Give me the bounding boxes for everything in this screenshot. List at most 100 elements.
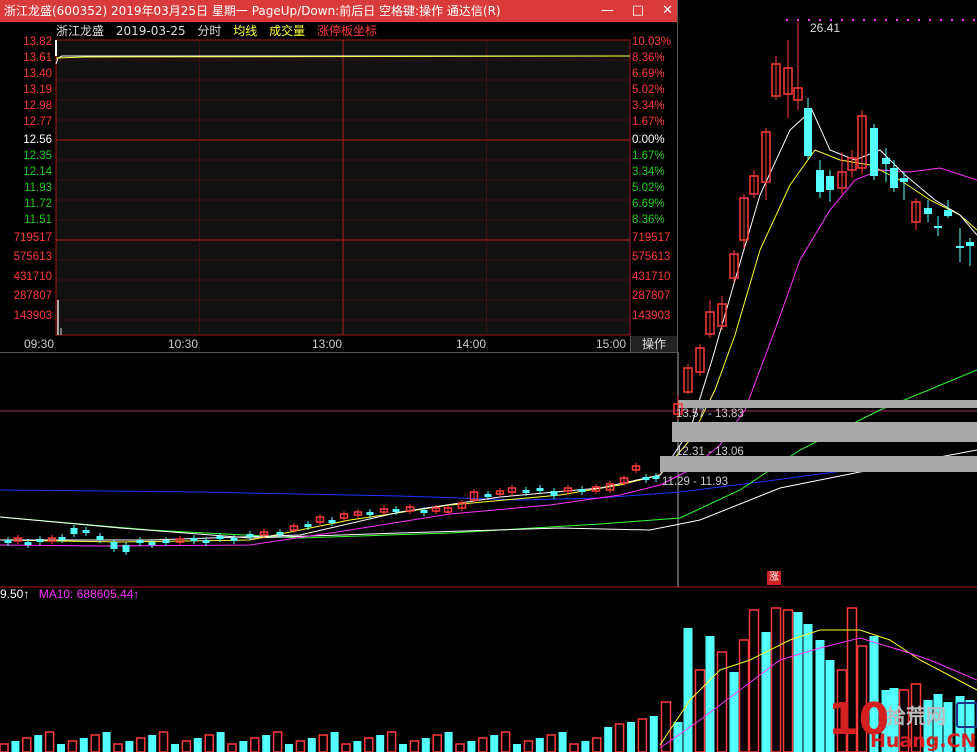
volume-bar-up	[90, 734, 100, 752]
watermark-cn: 拾荒网	[886, 704, 946, 728]
percent-axis-label: 5.02%	[632, 84, 665, 96]
candle-body-down	[392, 509, 400, 512]
volume-axis-label-right: 719517	[632, 232, 671, 244]
volume-bar-down	[815, 640, 825, 752]
volume-bar-up	[409, 740, 420, 752]
candle-body-down	[276, 532, 284, 535]
candle-body-down	[944, 210, 952, 216]
percent-axis-label: 10.03%	[632, 36, 672, 48]
intraday-chart[interactable]	[0, 0, 677, 352]
maximize-icon[interactable]: □	[632, 0, 644, 22]
price-axis-label: 12.56	[23, 134, 52, 146]
volume-bar-up	[318, 734, 328, 752]
candle-body-down	[924, 208, 932, 214]
price-axis-label: 13.61	[23, 52, 52, 64]
volume-bar-down	[307, 738, 316, 752]
intraday-popup-window[interactable]: 13.82 13.61 13.40 13.19 12.98 12.77 12.56 12.35…	[0, 0, 678, 353]
candle-body-down	[4, 540, 12, 543]
limit-axis-toggle[interactable]: 涨停板坐标	[317, 24, 377, 38]
volume-bar-down	[330, 732, 339, 752]
volume-bar-up	[386, 731, 397, 752]
range-label-2: 12.31 - 13.06	[676, 446, 744, 458]
candle-body-down	[804, 108, 812, 156]
volume-bar-down	[467, 741, 476, 752]
volume-bar-down	[285, 744, 293, 752]
candle-body-down	[536, 488, 544, 491]
volume-bar-up	[694, 669, 706, 752]
percent-axis-label: 1.67%	[632, 150, 665, 162]
candle-body-down	[890, 168, 898, 188]
volume-bar-down	[148, 735, 157, 752]
candle-body-down	[870, 128, 878, 176]
popup-title: 浙江龙盛(600352) 2019年03月25日 星期一 PageUp/Down…	[4, 4, 501, 18]
volume-bar-up	[716, 651, 728, 752]
volume-bar-down	[558, 732, 567, 752]
volume-bar-down	[353, 741, 362, 752]
candle-body-down	[966, 242, 974, 246]
volume-bar-down	[102, 732, 111, 752]
candle-body-down	[366, 512, 374, 515]
volume-bar-down	[683, 628, 693, 752]
limit-up-badge: 涨	[767, 571, 781, 585]
price-axis-label: 12.77	[23, 116, 52, 128]
volume-bar-up	[782, 609, 794, 752]
volume-bar-up	[113, 743, 123, 752]
candle-body-down	[58, 537, 66, 540]
candle-body-down	[882, 158, 890, 164]
candle-body-down	[826, 176, 834, 190]
avg-line-toggle[interactable]: 均线	[233, 24, 257, 38]
volume-bar-up	[272, 731, 283, 752]
popup-infobar: 浙江龙盛 2019-03-25 分时 均线 成交量 涨停板坐标	[56, 23, 385, 39]
candle-body-down	[484, 494, 492, 497]
phone-icon	[956, 702, 977, 728]
candle-body-down	[202, 540, 210, 543]
volume-bar-up	[22, 737, 32, 752]
site-watermark: 10 拾荒网 Huang.CN	[828, 694, 977, 752]
percent-axis-label: 6.69%	[632, 68, 665, 80]
percent-axis-label: 1.67%	[632, 116, 665, 128]
volume-bar-up	[227, 743, 237, 752]
volume-bar-up	[136, 737, 146, 752]
volume-bar-down	[376, 735, 385, 752]
price-axis-label: 13.19	[23, 84, 52, 96]
popup-titlebar[interactable]: 浙江龙盛(600352) 2019年03月25日 星期一 PageUp/Down…	[0, 0, 677, 22]
range-band	[660, 456, 977, 472]
percent-axis-label: 6.69%	[632, 198, 665, 210]
operate-button[interactable]: 操作	[630, 336, 677, 352]
candle-body-down	[82, 530, 90, 533]
range-band	[678, 400, 977, 408]
volume-bar-up	[738, 639, 750, 752]
candle-body-down	[162, 540, 170, 543]
candle-body-down	[900, 178, 908, 182]
candle-body-down	[96, 536, 104, 540]
candle-body-down	[230, 538, 238, 541]
volume-bar-up	[748, 609, 760, 752]
volume-axis-label: 719517	[13, 232, 52, 244]
price-axis-label: 11.93	[24, 182, 52, 194]
price-axis-label: 12.14	[23, 166, 52, 178]
volume-bar-down	[216, 732, 225, 752]
percent-axis-label: 5.02%	[632, 182, 665, 194]
percent-axis-label: 0.00%	[632, 134, 665, 146]
volume-bar-down	[649, 716, 658, 752]
volume-bar-up	[432, 734, 442, 752]
volume-bar-down	[79, 738, 88, 752]
volume-bar-down	[399, 744, 407, 752]
volume-bar-down	[171, 744, 179, 752]
candle-body-down	[642, 477, 650, 480]
volume-bar-down	[490, 735, 499, 752]
volume-toggle[interactable]: 成交量	[269, 24, 305, 38]
volume-ma10: MA10: 688605.44↑	[38, 587, 140, 601]
volume-bar-down	[239, 741, 248, 752]
ma-green-line	[0, 369, 977, 539]
volume-bar-down	[729, 672, 739, 752]
volume-bar-up	[250, 737, 260, 752]
volume-axis-label-right: 431710	[632, 271, 671, 283]
candle-body-down	[122, 545, 130, 552]
close-icon[interactable]: ✕	[662, 0, 673, 22]
volume-bar-up	[478, 737, 488, 752]
candle-body-down	[816, 170, 824, 192]
candle-body-down	[956, 246, 964, 248]
volume-bar-up	[455, 743, 465, 752]
minimize-icon[interactable]: —	[601, 0, 614, 22]
